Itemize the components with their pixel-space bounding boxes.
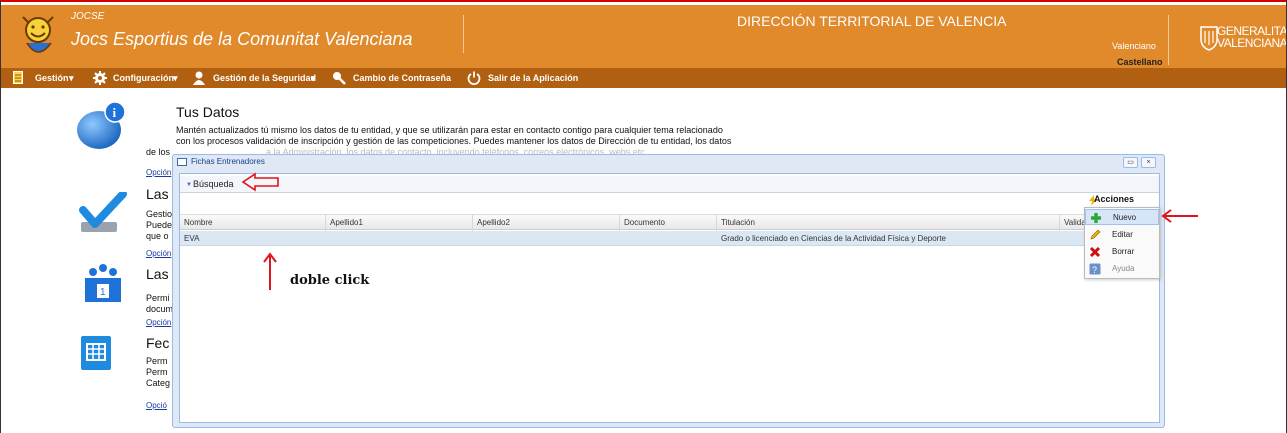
user-icon [193, 71, 205, 85]
dialog-title: Fichas Entrenadores [191, 157, 265, 166]
plus-icon [1091, 213, 1101, 223]
chevron-down-icon: ▾ [69, 73, 74, 83]
key-icon [333, 72, 346, 85]
header-divider-right [1168, 15, 1169, 65]
option-link-1[interactable]: Opción [146, 168, 171, 177]
block4-line3: Categ [146, 378, 171, 388]
block3-title: Las [146, 266, 169, 282]
app-window: JOCSE Jocs Esportius de la Comunitat Val… [0, 0, 1287, 433]
territorial-title: DIRECCIÓN TERRITORIAL DE VALENCIA [737, 13, 1007, 29]
block2-line1: Gestio [146, 209, 173, 219]
nuevo-menu-item[interactable]: Nuevo [1085, 209, 1159, 225]
borrar-menu-item[interactable]: Borrar [1085, 244, 1159, 260]
tus-datos-line3: de los [146, 147, 171, 157]
col-apellido2[interactable]: Apellido2 [473, 215, 620, 231]
grid-header: Nombre Apellido1 Apellido2 Documento Tit… [180, 214, 1159, 231]
fichas-entrenadores-dialog: Fichas Entrenadores ▭ × ▼ Búsqueda Nombr… [172, 154, 1165, 428]
col-titulacion[interactable]: Titulación [717, 215, 1060, 231]
pencil-icon [1090, 229, 1101, 240]
menu-cambio-contrasena[interactable]: Cambio de Contraseña [332, 68, 452, 88]
annotation-arrow-up [263, 252, 277, 290]
tus-datos-line2: con los procesos validación de inscripci… [176, 136, 732, 146]
generalitat-logo-text: GENERALITAT VALENCIANA [1217, 24, 1287, 50]
maximize-button[interactable]: ▭ [1123, 157, 1138, 168]
annotation-doble-click: doble click [290, 273, 370, 288]
block4-line2: Perm [146, 367, 168, 377]
expand-triangle-icon: ▼ [186, 182, 192, 188]
help-icon: ? [1089, 263, 1101, 275]
busqueda-label: Búsqueda [193, 179, 234, 189]
checkmark-icon [79, 192, 127, 232]
option-link-3[interactable]: Opción [146, 318, 171, 327]
chevron-down-icon: ▾ [311, 73, 316, 83]
gear-icon [93, 71, 107, 85]
power-icon [467, 71, 481, 85]
svg-text:i: i [113, 105, 117, 120]
col-nombre[interactable]: Nombre [180, 215, 326, 231]
main-menu-bar: Gestión ▾ Configuración ▾ Gestión de la … [1, 68, 1286, 88]
calendar-icon [81, 336, 111, 370]
document-icon [13, 71, 23, 84]
language-valenciano-link[interactable]: Valenciano [1112, 41, 1156, 51]
acciones-title[interactable]: Acciones [1094, 194, 1134, 204]
svg-text:?: ? [1092, 265, 1097, 275]
tus-datos-line1: Mantén actualizados tú mismo los datos d… [176, 125, 723, 135]
busqueda-panel-header[interactable]: ▼ Búsqueda [180, 176, 1159, 193]
acciones-menu: Nuevo Editar Borrar ? Ayuda [1084, 207, 1160, 279]
block4-line1: Perm [146, 356, 168, 366]
block3-line1: Permi [146, 293, 170, 303]
option-link-2[interactable]: Opción [146, 249, 171, 258]
header: JOCSE Jocs Esportius de la Comunitat Val… [1, 5, 1287, 68]
window-icon [177, 158, 187, 166]
block2-line2: Puede [146, 220, 173, 230]
annotation-arrow-left [241, 172, 279, 192]
block2-line3: que o [146, 231, 169, 241]
ayuda-menu-item[interactable]: ? Ayuda [1085, 261, 1159, 277]
dialog-titlebar[interactable]: Fichas Entrenadores ▭ × [173, 155, 1164, 169]
cell-nombre: EVA [184, 234, 200, 243]
close-button[interactable]: × [1141, 157, 1156, 168]
cell-titulacion: Grado o licenciado en Ciencias de la Act… [721, 234, 947, 243]
block3-line2: docum [146, 304, 174, 314]
dialog-body: ▼ Búsqueda Nombre Apellido1 Apellido2 Do… [179, 173, 1160, 423]
menu-configuracion[interactable]: Configuración ▾ [93, 68, 188, 88]
annotation-arrow-right-to-left [1161, 209, 1198, 223]
svg-text:1: 1 [100, 287, 106, 298]
app-title: Jocs Esportius de la Comunitat Valencian… [71, 29, 413, 49]
brand-small: JOCSE [71, 11, 105, 22]
language-castellano-link[interactable]: Castellano [1117, 57, 1163, 67]
chevron-down-icon: ▾ [173, 73, 178, 83]
menu-gestion[interactable]: Gestión ▾ [13, 68, 91, 88]
menu-seguridad[interactable]: Gestión de la Seguridad ▾ [193, 68, 327, 88]
editar-menu-item[interactable]: Editar [1085, 227, 1159, 243]
table-row[interactable]: EVA Grado o licenciado en Ciencias de la… [180, 231, 1159, 246]
info-globe-icon: i [77, 101, 126, 149]
block4-title: Fec [146, 335, 170, 351]
users-podium-icon: 1 [85, 264, 121, 302]
col-apellido1[interactable]: Apellido1 [326, 215, 473, 231]
header-divider [463, 15, 464, 53]
option-link-4[interactable]: Opció [146, 401, 167, 410]
block2-title: Las [146, 186, 169, 202]
mascot-logo [22, 16, 54, 53]
tus-datos-title: Tus Datos [176, 104, 240, 120]
col-documento[interactable]: Documento [620, 215, 717, 231]
menu-salir[interactable]: Salir de la Aplicación [467, 68, 578, 88]
delete-icon [1089, 246, 1101, 258]
